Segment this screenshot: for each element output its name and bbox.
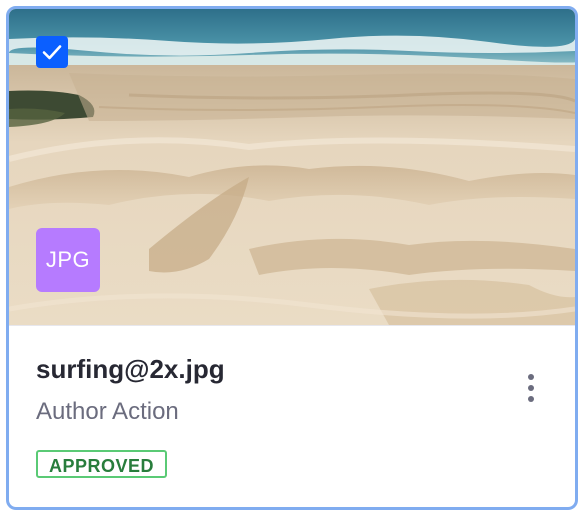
check-icon <box>42 45 62 60</box>
ellipsis-v-icon[interactable] <box>513 366 549 410</box>
file-type-badge: JPG <box>36 228 100 292</box>
status-badge: APPROVED <box>36 450 168 478</box>
card-thumbnail[interactable]: JPG <box>9 9 575 325</box>
select-checkbox[interactable] <box>36 36 68 68</box>
file-subtitle: Author Action <box>36 398 179 425</box>
kebab-dot <box>528 374 534 380</box>
kebab-dot <box>528 396 534 402</box>
file-title[interactable]: surfing@2x.jpg <box>36 354 225 385</box>
kebab-dot <box>528 385 534 391</box>
file-card[interactable]: JPG surfing@2x.jpg Author Action APPROVE… <box>6 6 578 510</box>
card-body: surfing@2x.jpg Author Action APPROVED <box>9 326 575 507</box>
